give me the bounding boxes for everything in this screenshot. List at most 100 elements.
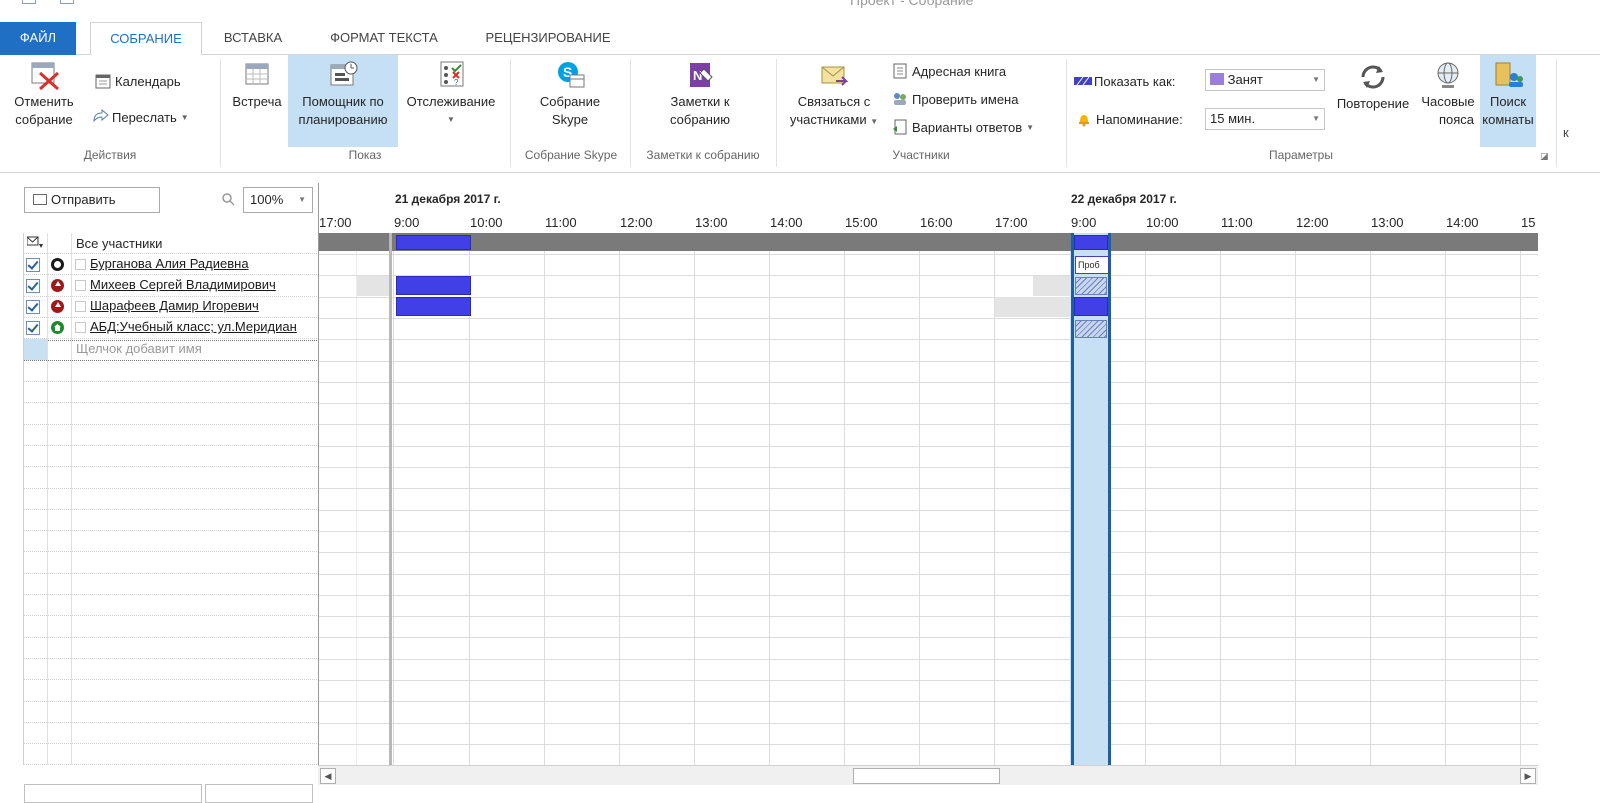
group-label-attendees: Участники [892, 148, 950, 162]
dialog-launcher-icon[interactable]: ◪ [1540, 151, 1549, 162]
add-attendee-input[interactable]: Щелчок добавит имя [76, 341, 202, 356]
busy-block[interactable] [396, 235, 471, 250]
recurrence-button[interactable]: Повторение [1328, 55, 1418, 147]
tentative-block[interactable] [1075, 277, 1107, 295]
date-header: 22 декабря 2017 г. [1071, 192, 1177, 206]
window-icon[interactable] [60, 0, 74, 4]
row-gridline [319, 616, 1538, 618]
attendee-small-checkbox[interactable] [75, 280, 86, 291]
zoom-select[interactable]: 100% ▼ [243, 187, 313, 213]
row-gridline [319, 573, 1538, 575]
contact-attendees-button[interactable]: Связаться с участниками ▼ [782, 55, 886, 147]
required-attendee-icon[interactable] [51, 258, 64, 271]
hour-gridline [769, 233, 770, 765]
envelope-sort-icon[interactable] [26, 236, 43, 248]
contact-attendees-icon [818, 59, 850, 91]
empty-row [24, 553, 319, 574]
add-row-selector [24, 339, 47, 360]
tab-file[interactable]: ФАЙЛ [0, 22, 76, 55]
time-label: 17:00 [995, 215, 1028, 230]
empty-row [24, 574, 319, 596]
scrollbar-thumb[interactable] [853, 768, 1000, 784]
show-as-icon [1074, 73, 1092, 89]
timeline-scrollbar[interactable]: ◀ ▶ [318, 765, 1538, 785]
attendee-checkbox[interactable] [26, 258, 40, 272]
hour-gridline [393, 233, 394, 765]
calendar-button[interactable]: Календарь [95, 73, 181, 89]
meeting-view-button[interactable]: Встреча [226, 55, 288, 147]
add-attendees-button[interactable] [24, 784, 202, 803]
tab-meeting[interactable]: СОБРАНИЕ [90, 22, 202, 56]
hour-gridline [919, 233, 920, 765]
title-bar: Проект - Собрание [0, 0, 1600, 22]
hour-gridline [619, 233, 620, 765]
chevron-down-icon: ▼ [1026, 122, 1035, 132]
attendee-checkbox[interactable] [26, 300, 40, 314]
save-icon[interactable] [22, 0, 36, 4]
resource-room-icon[interactable] [51, 321, 64, 334]
room-finder-button[interactable]: Поиск комнаты [1480, 55, 1536, 147]
show-as-label: Показать как: [1074, 73, 1175, 89]
forward-button[interactable]: Переслать ▼ [92, 108, 189, 125]
skype-meeting-button[interactable]: S Собрание Skype [520, 55, 620, 147]
group-separator [1556, 59, 1557, 167]
send-button[interactable]: Отправить [24, 187, 160, 213]
tab-insert[interactable]: ВСТАВКА [214, 22, 292, 55]
time-zones-button[interactable]: Часовые пояса [1418, 55, 1478, 147]
row-gridline [319, 637, 1538, 639]
tentative-block[interactable] [1075, 320, 1107, 338]
options-button[interactable] [205, 784, 313, 803]
chevron-down-icon: ▼ [298, 195, 306, 204]
meeting-notes-button[interactable]: N Заметки к собранию [640, 55, 760, 147]
attendee-checkbox[interactable] [26, 321, 40, 335]
required-attendee-icon[interactable] [51, 300, 64, 313]
chevron-down-icon: ▼ [1312, 75, 1320, 84]
required-attendee-icon[interactable] [51, 279, 64, 292]
address-book-button[interactable]: Адресная книга [892, 63, 1006, 79]
busy-block[interactable] [1074, 297, 1108, 316]
show-as-select[interactable]: Занят ▼ [1205, 69, 1325, 91]
attendee-name[interactable]: Шарафеев Дамир Игоревич [90, 298, 259, 313]
busy-block[interactable] [1074, 235, 1108, 250]
room-finder-icon [1492, 59, 1524, 91]
tracking-button[interactable]: ? Отслеживание ▼ [398, 55, 504, 147]
tab-review[interactable]: РЕЦЕНЗИРОВАНИЕ [472, 22, 624, 55]
empty-row [24, 744, 319, 766]
ribbon-overflow-label: к [1563, 125, 1569, 140]
tab-format-text[interactable]: ФОРМАТ ТЕКСТА [314, 22, 454, 55]
cancel-meeting-button[interactable]: Отменить собрание [4, 55, 84, 147]
scheduling-grid[interactable]: 21 декабря 2017 г. 22 декабря 2017 г. 17… [318, 183, 1538, 765]
onenote-icon: N [684, 59, 716, 91]
attendee-name[interactable]: Михеев Сергей Владимирович [90, 277, 276, 292]
row-gridline [319, 509, 1538, 511]
empty-row [24, 531, 319, 553]
time-label: 17:00 [319, 215, 352, 230]
empty-row [24, 616, 319, 638]
tentative-block-label[interactable]: Проб [1075, 256, 1109, 274]
reminder-select[interactable]: 15 мин. ▼ [1205, 108, 1325, 130]
time-label: 14:00 [770, 215, 803, 230]
time-label: 16:00 [920, 215, 953, 230]
busy-block[interactable] [396, 276, 471, 295]
busy-block[interactable] [396, 297, 471, 316]
attendee-small-checkbox[interactable] [75, 301, 86, 312]
time-label: 15 [1521, 215, 1536, 230]
empty-row [24, 489, 319, 510]
attendee-small-checkbox[interactable] [75, 259, 86, 270]
attendee-name[interactable]: АБД:Учебный класс; ул.Меридиан [90, 319, 297, 334]
check-names-button[interactable]: Проверить имена [892, 91, 1018, 107]
empty-row [24, 680, 319, 702]
scroll-right-button[interactable]: ▶ [1520, 768, 1536, 784]
busy-color-swatch [1210, 73, 1224, 85]
row-gridline [319, 360, 1538, 362]
empty-row [24, 702, 319, 723]
attendee-checkbox[interactable] [26, 279, 40, 293]
time-label: 14:00 [1446, 215, 1479, 230]
response-options-button[interactable]: Варианты ответов ▼ [892, 119, 1034, 135]
attendee-small-checkbox[interactable] [75, 322, 86, 333]
skype-icon: S [554, 59, 586, 91]
scheduling-assistant-button[interactable]: Помощник по планированию [288, 55, 398, 147]
attendee-name[interactable]: Бурганова Алия Радиевна [90, 256, 249, 271]
scroll-left-button[interactable]: ◀ [320, 768, 336, 784]
svg-text:?: ? [454, 78, 459, 87]
